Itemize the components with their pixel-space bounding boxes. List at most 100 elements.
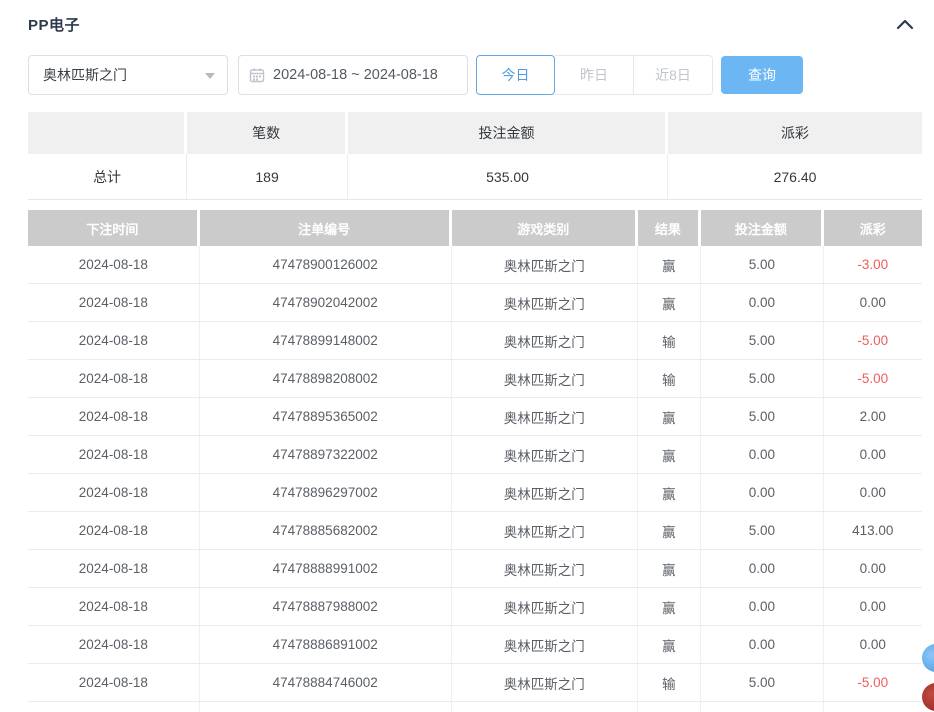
- col-game-category: 游戏类别: [452, 210, 638, 246]
- bet-time-cell: 2024-08-18: [28, 588, 200, 626]
- panel-header: PP电子: [0, 0, 934, 38]
- bet-time-cell: 2024-08-18: [28, 360, 200, 398]
- col-payout: 派彩: [824, 210, 922, 246]
- bet-id-cell: 47478896297002: [200, 474, 452, 512]
- bet-time-cell: 2024-08-18: [28, 512, 200, 550]
- bet-id-cell: 47478887988002: [200, 588, 452, 626]
- summary-total-row: 总计 189 535.00 276.40: [28, 154, 922, 200]
- bet-time-cell: 2024-08-18: [28, 626, 200, 664]
- summary-table: 笔数 投注金额 派彩 总计 189 535.00 276.40: [28, 112, 922, 200]
- bet-amount-cell: 5.00: [701, 398, 823, 436]
- payout-cell: -5.00: [824, 664, 922, 702]
- payout-cell: -3.00: [824, 246, 922, 284]
- bet-id-cell: 47478886891002: [200, 626, 452, 664]
- col-bet-time: 下注时间: [28, 210, 200, 246]
- bet-amount-cell: 0.00: [701, 626, 823, 664]
- bet-id-cell: 47478897322002: [200, 436, 452, 474]
- chevron-down-icon: [205, 73, 215, 79]
- result-cell: 输: [638, 664, 701, 702]
- table-row: 2024-08-1847478884746002奥林匹斯之门输5.00-5.00: [28, 664, 922, 702]
- result-cell: 赢: [638, 246, 701, 284]
- col-result: 结果: [638, 210, 701, 246]
- result-cell: 赢: [638, 550, 701, 588]
- bet-time-cell: 2024-08-18: [28, 284, 200, 322]
- game-category-cell: 奥林匹斯之门: [452, 550, 638, 588]
- pp-games-panel: PP电子 奥林匹斯之门: [0, 0, 934, 712]
- game-category-cell: 奥林匹斯之门: [452, 474, 638, 512]
- result-cell: 赢: [638, 474, 701, 512]
- payout-cell: 2.00: [824, 398, 922, 436]
- bet-id-cell: 47478902042002: [200, 284, 452, 322]
- game-category-cell: 奥林匹斯之门: [452, 322, 638, 360]
- table-row: 2024-08-1847478896297002奥林匹斯之门赢0.000.00: [28, 474, 922, 512]
- payout-cell: 413.00: [824, 512, 922, 550]
- table-row: 2024-08-1847478887988002奥林匹斯之门赢0.000.00: [28, 588, 922, 626]
- bet-amount-cell: 0.00: [701, 284, 823, 322]
- yesterday-button[interactable]: 昨日: [555, 55, 634, 95]
- table-row: 2024-08-1847478899148002奥林匹斯之门输5.00-5.00: [28, 322, 922, 360]
- table-row: 2024-08-1847478897322002奥林匹斯之门赢0.000.00: [28, 436, 922, 474]
- game-category-cell: 奥林匹斯之门: [452, 512, 638, 550]
- table-row-partial: [28, 702, 922, 712]
- summary-header-count: 笔数: [187, 112, 348, 154]
- bet-time-cell: 2024-08-18: [28, 398, 200, 436]
- summary-total-payout: 276.40: [668, 154, 922, 200]
- col-bet-amount: 投注金额: [701, 210, 823, 246]
- summary-header-bet-amount: 投注金额: [348, 112, 668, 154]
- bet-table-body: 2024-08-1847478900126002奥林匹斯之门赢5.00-3.00…: [28, 246, 922, 712]
- bet-amount-cell: 0.00: [701, 474, 823, 512]
- empty-cell: [28, 702, 200, 712]
- query-button[interactable]: 查询: [721, 56, 803, 94]
- table-row: 2024-08-1847478898208002奥林匹斯之门输5.00-5.00: [28, 360, 922, 398]
- summary-total-count: 189: [187, 154, 348, 200]
- quick-date-group: 今日 昨日 近8日: [476, 55, 713, 95]
- result-cell: 输: [638, 360, 701, 398]
- calendar-icon: [249, 67, 265, 83]
- empty-cell: [701, 702, 823, 712]
- today-button[interactable]: 今日: [476, 55, 555, 95]
- service-float-button[interactable]: [922, 644, 934, 672]
- bet-time-cell: 2024-08-18: [28, 246, 200, 284]
- result-cell: 赢: [638, 436, 701, 474]
- game-category-cell: 奥林匹斯之门: [452, 626, 638, 664]
- bet-table-header: 下注时间 注单编号 游戏类别 结果 投注金额 派彩: [28, 210, 922, 246]
- bet-id-cell: 47478898208002: [200, 360, 452, 398]
- bet-id-cell: 47478900126002: [200, 246, 452, 284]
- game-category-cell: 奥林匹斯之门: [452, 360, 638, 398]
- result-cell: 赢: [638, 588, 701, 626]
- game-select[interactable]: 奥林匹斯之门: [28, 55, 228, 95]
- payout-cell: 0.00: [824, 550, 922, 588]
- last8days-button[interactable]: 近8日: [634, 55, 713, 95]
- bet-amount-cell: 0.00: [701, 550, 823, 588]
- summary-header-row: 笔数 投注金额 派彩: [28, 112, 922, 154]
- bet-time-cell: 2024-08-18: [28, 664, 200, 702]
- result-cell: 赢: [638, 398, 701, 436]
- payout-cell: -5.00: [824, 360, 922, 398]
- empty-cell: [824, 702, 922, 712]
- game-category-cell: 奥林匹斯之门: [452, 398, 638, 436]
- bet-amount-cell: 5.00: [701, 322, 823, 360]
- bet-time-cell: 2024-08-18: [28, 322, 200, 360]
- result-cell: 赢: [638, 512, 701, 550]
- payout-cell: 0.00: [824, 436, 922, 474]
- alert-float-button[interactable]: [922, 683, 934, 711]
- result-cell: 赢: [638, 626, 701, 664]
- payout-cell: 0.00: [824, 626, 922, 664]
- chevron-up-icon: [894, 14, 916, 36]
- empty-cell: [200, 702, 452, 712]
- bet-id-cell: 47478884746002: [200, 664, 452, 702]
- summary-total-bet-amount: 535.00: [348, 154, 668, 200]
- empty-cell: [638, 702, 701, 712]
- game-category-cell: 奥林匹斯之门: [452, 284, 638, 322]
- bet-id-cell: 47478899148002: [200, 322, 452, 360]
- bet-records-table: 下注时间 注单编号 游戏类别 结果 投注金额 派彩 2024-08-184747…: [28, 210, 922, 712]
- date-range-input[interactable]: 2024-08-18 ~ 2024-08-18: [238, 55, 468, 95]
- table-row: 2024-08-1847478900126002奥林匹斯之门赢5.00-3.00: [28, 246, 922, 284]
- bet-amount-cell: 0.00: [701, 436, 823, 474]
- table-row: 2024-08-1847478888991002奥林匹斯之门赢0.000.00: [28, 550, 922, 588]
- bet-id-cell: 47478888991002: [200, 550, 452, 588]
- collapse-panel-button[interactable]: [894, 14, 916, 36]
- summary-header-payout: 派彩: [668, 112, 922, 154]
- payout-cell: 0.00: [824, 588, 922, 626]
- payout-cell: 0.00: [824, 284, 922, 322]
